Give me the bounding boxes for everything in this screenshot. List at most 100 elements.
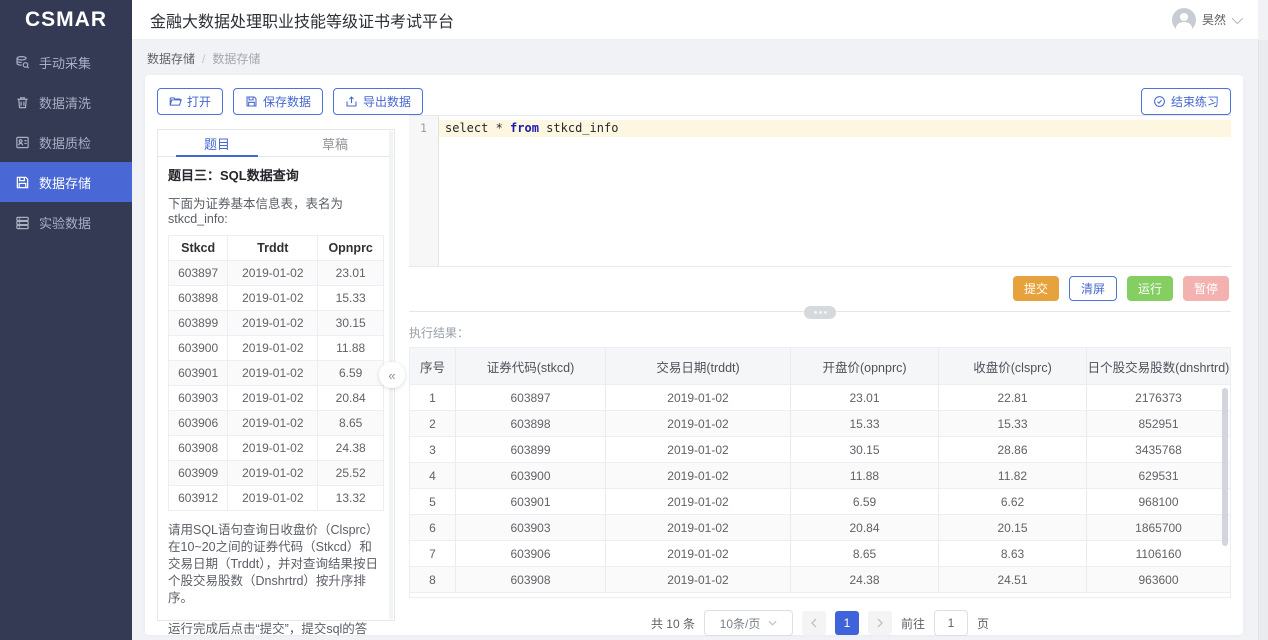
cell-trddt: 2019-01-02 xyxy=(228,461,318,486)
question-tabs: 题目 草稿 xyxy=(158,130,394,157)
cell-index: 7 xyxy=(410,541,456,566)
sql-editor[interactable]: 1 select * from stkcd_info xyxy=(409,115,1231,267)
cell-stkcd: 603912 xyxy=(169,486,228,511)
save-icon xyxy=(245,95,258,108)
results-scrollbar[interactable] xyxy=(1222,388,1228,546)
sidebar-item-label: 数据清洗 xyxy=(39,93,91,112)
page-scrollbar[interactable] xyxy=(1258,40,1268,640)
export-icon xyxy=(345,95,358,108)
user-name: 昊然 xyxy=(1202,11,1226,28)
cell-opnprc: 24.38 xyxy=(791,567,939,592)
cell-index: 3 xyxy=(410,437,456,462)
cell-opnprc: 6.59 xyxy=(318,361,384,386)
results-header-cell: 序号 xyxy=(410,348,456,384)
cell-clsprc: 24.51 xyxy=(939,567,1087,592)
cell-clsprc: 20.15 xyxy=(939,515,1087,540)
cell-opnprc: 30.15 xyxy=(318,311,384,336)
code-area[interactable]: select * from stkcd_info xyxy=(439,116,1231,266)
cell-dnshrtrd: 1865700 xyxy=(1087,515,1230,540)
breadcrumb-parent[interactable]: 数据存储 xyxy=(147,50,195,67)
sidebar-item-label: 手动采集 xyxy=(39,53,91,72)
save-data-button[interactable]: 保存数据 xyxy=(233,88,323,115)
results-header-row: 序号证券代码(stkcd)交易日期(trddt)开盘价(opnprc)收盘价(c… xyxy=(410,348,1230,384)
results-header-cell: 开盘价(opnprc) xyxy=(791,348,939,384)
cell-opnprc: 15.33 xyxy=(791,411,939,436)
breadcrumb-current: 数据存储 xyxy=(212,50,260,67)
table-row: 603909 2019-01-02 25.52 xyxy=(169,461,384,486)
user-menu[interactable]: 昊然 xyxy=(1172,8,1240,32)
chevron-right-icon xyxy=(877,618,883,628)
resize-handle[interactable] xyxy=(804,306,836,319)
save-data-button-label: 保存数据 xyxy=(263,93,311,110)
line-number: 1 xyxy=(409,120,438,137)
cell-opnprc: 8.65 xyxy=(318,411,384,436)
table-row: 3 603899 2019-01-02 30.15 28.86 3435768 xyxy=(410,436,1230,462)
sidebar-item-data-clean[interactable]: 数据清洗 xyxy=(0,82,132,122)
code-line-1[interactable]: select * from stkcd_info xyxy=(439,120,1231,137)
sidebar-item-manual-collect[interactable]: 手动采集 xyxy=(0,42,132,82)
clipped-row xyxy=(410,592,1230,597)
tab-draft[interactable]: 草稿 xyxy=(276,130,394,156)
cell-trddt: 2019-01-02 xyxy=(606,463,791,488)
editor-gutter: 1 xyxy=(409,116,439,266)
cell-stkcd: 603898 xyxy=(456,411,606,436)
cell-stkcd: 603908 xyxy=(456,567,606,592)
cell-dnshrtrd: 852951 xyxy=(1087,411,1230,436)
cell-trddt: 2019-01-02 xyxy=(606,567,791,592)
sql-token: stkcd_info xyxy=(539,121,618,135)
cell-stkcd: 603906 xyxy=(456,541,606,566)
table-row: 603906 2019-01-02 8.65 xyxy=(169,411,384,436)
cell-stkcd: 603899 xyxy=(169,311,228,336)
cell-stkcd: 603900 xyxy=(456,463,606,488)
submit-button[interactable]: 提交 xyxy=(1013,276,1059,301)
cell-index: 6 xyxy=(410,515,456,540)
total-count: 共 10 条 xyxy=(651,615,695,632)
cell-opnprc: 13.32 xyxy=(318,486,384,511)
page-size-value: 10条/页 xyxy=(720,615,761,632)
cell-opnprc: 11.88 xyxy=(791,463,939,488)
cell-clsprc: 11.82 xyxy=(939,463,1087,488)
cell-opnprc: 15.33 xyxy=(318,286,384,311)
save-icon xyxy=(15,175,30,190)
page-size-select[interactable]: 10条/页 xyxy=(704,610,793,636)
open-button[interactable]: 打开 xyxy=(157,88,223,115)
cell-stkcd: 603903 xyxy=(456,515,606,540)
question-table-body: 603897 2019-01-02 23.01 603898 2019-01-0… xyxy=(169,261,384,511)
run-button[interactable]: 运行 xyxy=(1127,276,1173,301)
chevron-down-icon xyxy=(768,620,777,626)
cell-index: 8 xyxy=(410,567,456,592)
csmar-logo: CSMAR xyxy=(0,0,132,40)
sidebar-item-data-storage[interactable]: 数据存储 xyxy=(0,162,132,202)
folder-open-icon xyxy=(169,95,182,108)
table-row: 1 603897 2019-01-02 23.01 22.81 2176373 xyxy=(410,384,1230,410)
collapse-panel-button[interactable]: « xyxy=(379,362,405,388)
table-row: 2 603898 2019-01-02 15.33 15.33 852951 xyxy=(410,410,1230,436)
question-note: 运行完成后点击“提交”，提交sql的答案。 xyxy=(168,618,384,640)
export-data-button[interactable]: 导出数据 xyxy=(333,88,423,115)
cell-trddt: 2019-01-02 xyxy=(228,286,318,311)
end-practice-button[interactable]: 结束练习 xyxy=(1141,88,1231,115)
pause-button[interactable]: 暂停 xyxy=(1183,276,1229,301)
results-header-cell: 日个股交易股数(dnshrtrd) xyxy=(1087,348,1230,384)
next-page-button[interactable] xyxy=(868,611,892,635)
id-badge-icon xyxy=(15,135,30,150)
question-table-header-cell: Trddt xyxy=(228,236,318,261)
clear-screen-button[interactable]: 清屏 xyxy=(1069,276,1117,301)
cell-trddt: 2019-01-02 xyxy=(606,489,791,514)
editor-and-results: 1 select * from stkcd_info 提交 清屏 运行 暂停 执… xyxy=(409,115,1231,640)
goto-unit: 页 xyxy=(977,615,989,632)
cell-index: 2 xyxy=(410,411,456,436)
page-number-1[interactable]: 1 xyxy=(835,611,859,635)
goto-page-input[interactable] xyxy=(934,610,968,636)
sidebar-item-data-qc[interactable]: 数据质检 xyxy=(0,122,132,162)
open-button-label: 打开 xyxy=(187,93,211,110)
table-row: 603912 2019-01-02 13.32 xyxy=(169,486,384,511)
avatar xyxy=(1172,8,1196,32)
question-panel: 题目 草稿 题目三：SQL数据查询 下面为证券基本信息表，表名为stkcd_in… xyxy=(157,129,395,621)
sidebar-item-experiment-data[interactable]: 实验数据 xyxy=(0,202,132,242)
sidebar-item-label: 数据质检 xyxy=(39,133,91,152)
top-header: 金融大数据处理职业技能等级证书考试平台 昊然 xyxy=(132,0,1258,40)
tab-question[interactable]: 题目 xyxy=(158,130,276,156)
prev-page-button[interactable] xyxy=(802,611,826,635)
results-body: 1 603897 2019-01-02 23.01 22.81 2176373 … xyxy=(410,384,1230,592)
